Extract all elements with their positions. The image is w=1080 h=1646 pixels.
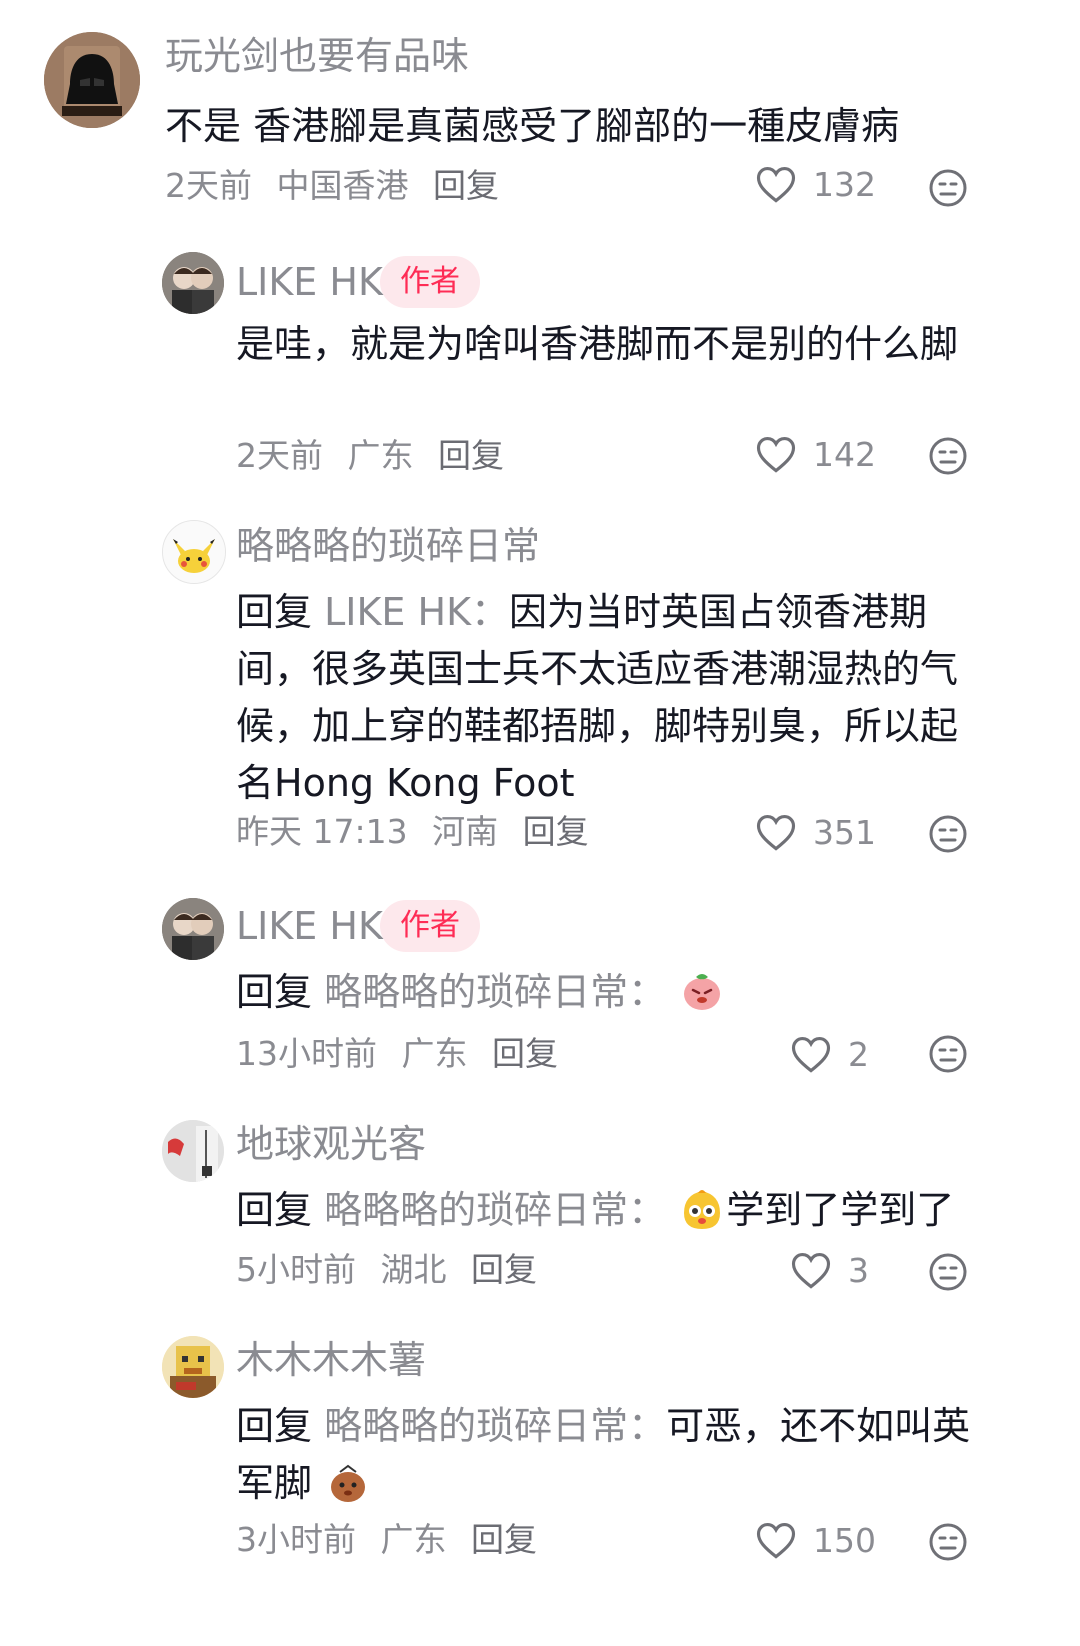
comment-meta: 5小时前 湖北 回复 xyxy=(236,1250,551,1290)
heart-icon xyxy=(756,437,796,473)
location: 中国香港 xyxy=(276,166,409,205)
dislike-face-icon[interactable] xyxy=(928,1252,968,1292)
heart-icon xyxy=(756,815,796,851)
heart-icon xyxy=(791,1253,831,1289)
pixel-character-icon xyxy=(162,1336,224,1398)
mention-link[interactable]: 略略略的琐碎日常： xyxy=(324,1188,666,1232)
reply-button[interactable]: 回复 xyxy=(471,1520,537,1559)
dislike-face-icon[interactable] xyxy=(928,436,968,476)
mention-link[interactable]: LIKE HK： xyxy=(324,590,509,634)
avatar[interactable] xyxy=(162,1336,224,1398)
username[interactable]: 略略略的琐碎日常 xyxy=(236,524,540,568)
reply-button[interactable]: 回复 xyxy=(492,1034,558,1073)
reply-label: 回复 xyxy=(236,1188,313,1232)
comment-item: 木木木木薯 回复 略略略的琐碎日常：可恶，还不如叫英军脚 3小时前 广东 回复 … xyxy=(0,1326,1080,1646)
heart-icon xyxy=(791,1037,831,1073)
timestamp: 5小时前 xyxy=(236,1250,356,1289)
location: 广东 xyxy=(401,1034,468,1073)
reply-button[interactable]: 回复 xyxy=(471,1250,537,1289)
like-count: 150 xyxy=(813,1520,876,1560)
avatar[interactable] xyxy=(162,1120,224,1182)
dislike-face-icon[interactable] xyxy=(928,168,968,208)
comment-item: 地球观光客 回复 略略略的琐碎日常： 学到了学到了 5小时前 湖北 回复 3 xyxy=(0,1110,1080,1310)
comment-item: LIKE HK 作者 是哇，就是为啥叫香港脚而不是别的什么脚 2天前 广东 回复… xyxy=(0,240,1080,490)
comment-text: 是哇，就是为啥叫香港脚而不是别的什么脚 xyxy=(236,322,959,366)
comment-meta: 昨天 17:13 河南 回复 xyxy=(236,812,603,852)
avatar[interactable] xyxy=(162,252,224,314)
timestamp: 2天前 xyxy=(236,436,323,475)
comment-meta: 13小时前 广东 回复 xyxy=(236,1034,572,1074)
comment-meta: 3小时前 广东 回复 xyxy=(236,1520,551,1560)
like-button[interactable]: 150 xyxy=(755,1520,876,1560)
mention-link[interactable]: 略略略的琐碎日常： xyxy=(324,1404,666,1448)
comment-text-block: 回复 略略略的琐碎日常： 学到了学到了 xyxy=(236,1182,1006,1239)
comment-text-block: 回复 略略略的琐碎日常：可恶，还不如叫英军脚 xyxy=(236,1398,976,1512)
couple-photo-icon xyxy=(162,898,224,960)
comment-text-block: 回复 LIKE HK：因为当时英国占领香港期间，很多英国士兵不太适应香港潮湿热的… xyxy=(236,584,976,812)
avatar[interactable] xyxy=(44,32,140,128)
avatar[interactable] xyxy=(162,898,224,960)
comment-text: 学到了学到了 xyxy=(726,1188,955,1232)
dislike-face-icon[interactable] xyxy=(928,1034,968,1074)
timestamp: 2天前 xyxy=(165,166,252,205)
reply-label: 回复 xyxy=(236,1404,313,1448)
like-count: 3 xyxy=(848,1250,869,1290)
username[interactable]: 玩光剑也要有品味 xyxy=(165,34,469,78)
reply-button[interactable]: 回复 xyxy=(523,812,589,851)
reply-button[interactable]: 回复 xyxy=(438,436,504,475)
comment-text-block: 回复 略略略的琐碎日常： xyxy=(236,964,976,1021)
like-button[interactable]: 142 xyxy=(755,434,876,474)
comment-item: 玩光剑也要有品味 不是 香港腳是真菌感受了腳部的一種皮膚病 2天前 中国香港 回… xyxy=(0,0,1080,230)
like-button[interactable]: 2 xyxy=(790,1034,869,1074)
location: 湖北 xyxy=(380,1250,447,1289)
comment-text: 不是 香港腳是真菌感受了腳部的一種皮膚病 xyxy=(165,104,900,148)
comment-item: LIKE HK 作者 回复 略略略的琐碎日常： 13小时前 广东 回复 2 xyxy=(0,888,1080,1088)
timestamp: 昨天 17:13 xyxy=(236,812,408,851)
like-count: 2 xyxy=(848,1034,869,1074)
username[interactable]: LIKE HK xyxy=(236,904,383,948)
location: 广东 xyxy=(347,436,414,475)
dislike-face-icon[interactable] xyxy=(928,1522,968,1562)
pikachu-icon xyxy=(163,521,225,583)
like-count: 132 xyxy=(813,164,876,204)
like-button[interactable]: 351 xyxy=(755,812,876,852)
comment-item: 略略略的琐碎日常 回复 LIKE HK：因为当时英国占领香港期间，很多英国士兵不… xyxy=(0,510,1080,870)
timestamp: 13小时前 xyxy=(236,1034,377,1073)
author-badge: 作者 xyxy=(380,900,480,952)
like-button[interactable]: 132 xyxy=(755,164,876,204)
potato-emoji-icon xyxy=(326,1460,370,1504)
like-button[interactable]: 3 xyxy=(790,1250,869,1290)
username[interactable]: 木木木木薯 xyxy=(236,1338,426,1382)
heart-icon xyxy=(756,1523,796,1559)
like-count: 142 xyxy=(813,434,876,474)
couple-photo-icon xyxy=(162,252,224,314)
heart-icon xyxy=(756,167,796,203)
reply-label: 回复 xyxy=(236,590,313,634)
avatar[interactable] xyxy=(162,520,226,584)
surprised-chick-emoji-icon xyxy=(680,1187,724,1231)
location: 广东 xyxy=(380,1520,447,1559)
like-count: 351 xyxy=(813,812,876,852)
username[interactable]: LIKE HK xyxy=(236,260,383,304)
timestamp: 3小时前 xyxy=(236,1520,356,1559)
angry-peach-emoji-icon xyxy=(680,969,724,1013)
comment-meta: 2天前 广东 回复 xyxy=(236,436,518,476)
reply-label: 回复 xyxy=(236,970,313,1014)
darth-vader-helmet-icon xyxy=(44,32,140,128)
street-photo-icon xyxy=(162,1120,224,1182)
location: 河南 xyxy=(432,812,499,851)
comment-meta: 2天前 中国香港 回复 xyxy=(165,166,513,206)
dislike-face-icon[interactable] xyxy=(928,814,968,854)
username[interactable]: 地球观光客 xyxy=(236,1122,426,1166)
mention-link[interactable]: 略略略的琐碎日常： xyxy=(324,970,666,1014)
author-badge: 作者 xyxy=(380,256,480,308)
reply-button[interactable]: 回复 xyxy=(433,166,499,205)
